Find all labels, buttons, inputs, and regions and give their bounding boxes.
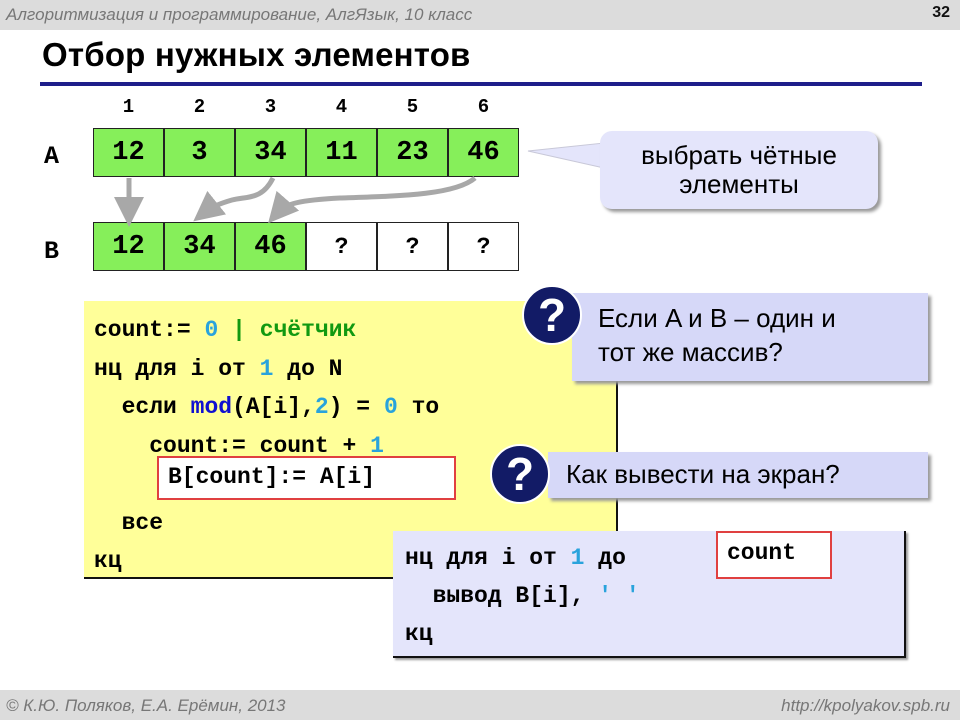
- callout-tail: [527, 142, 605, 169]
- copyright: © К.Ю. Поляков, Е.А. Ерёмин, 2013: [6, 696, 286, 715]
- question-icon: ?: [490, 444, 550, 504]
- highlight-assignment: B[count]:= A[i]: [157, 456, 456, 500]
- callout-select-even: выбрать чётные элементы: [600, 131, 878, 209]
- question-box-output: Как вывести на экран?: [548, 452, 928, 498]
- callout-line: выбрать чётные: [641, 140, 837, 170]
- code-line: нц для i от 1 до N: [94, 355, 343, 382]
- question-box-same-array: Если A и B – один и тот же массив?: [572, 293, 928, 381]
- slide-footer: © К.Ю. Поляков, Е.А. Ерёмин, 2013 http:/…: [0, 690, 960, 720]
- code-line: если mod(A[i],2) = 0 то: [121, 394, 440, 420]
- highlight-count: count: [716, 531, 832, 579]
- arrow-a3-to-b2: [193, 176, 276, 222]
- question-icon: ?: [522, 285, 582, 345]
- code-line: кц: [405, 621, 433, 647]
- callout-line: элементы: [679, 169, 799, 199]
- arrow-a6-to-b3: [268, 175, 477, 224]
- code-line: вывод B[i], ' ': [432, 583, 640, 609]
- site-url: http://kpolyakov.spb.ru: [781, 696, 950, 715]
